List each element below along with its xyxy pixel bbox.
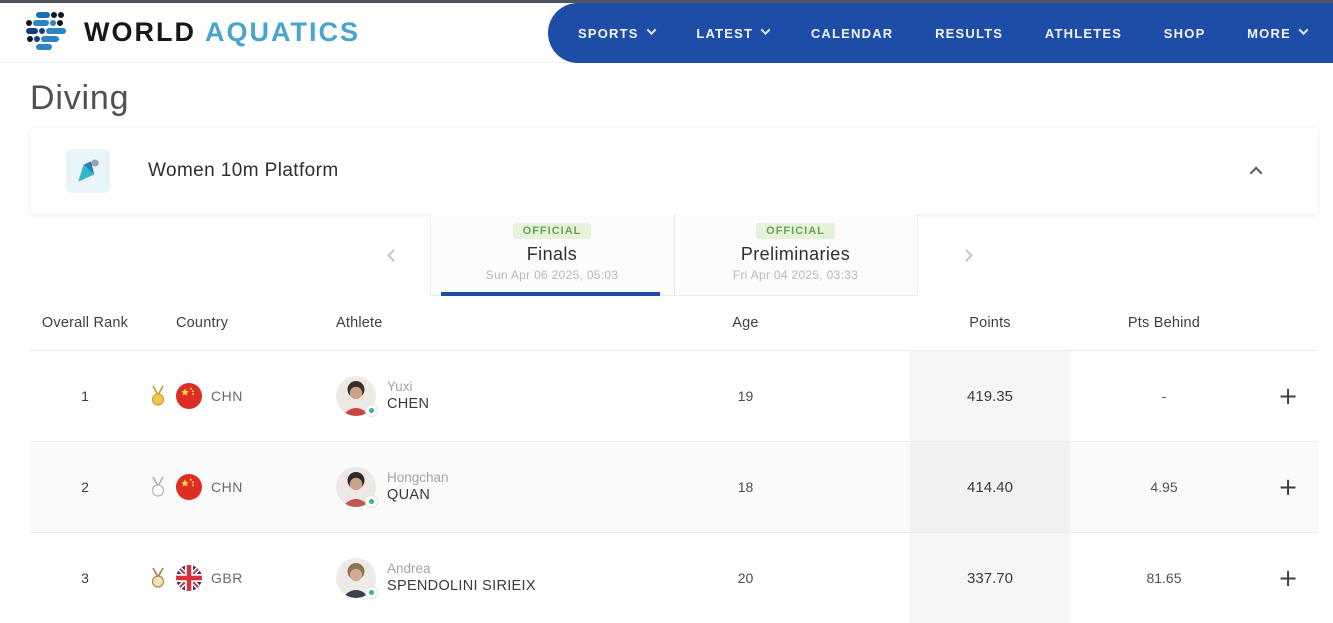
tab-preliminaries[interactable]: OFFICIAL Preliminaries Fri Apr 04 2025, … (674, 214, 917, 295)
chevron-up-icon (1249, 166, 1262, 179)
site-header: WORLD AQUATICS SPORTS LATEST CALENDAR RES… (0, 0, 1333, 63)
athlete-first-name: Andrea (387, 560, 536, 578)
diving-event-icon-box (66, 149, 110, 193)
chevron-down-icon (761, 25, 771, 35)
diving-icon (72, 155, 104, 187)
nav-label: SHOP (1164, 26, 1206, 41)
tab-label: Finals (527, 244, 577, 265)
athlete-first-name: Yuxi (387, 378, 429, 396)
tabs-previous-button[interactable] (378, 214, 408, 296)
active-tab-underline (441, 292, 660, 296)
athlete-cell[interactable]: Andrea SPENDOLINI SIRIEIX (336, 558, 673, 598)
expand-row-button[interactable]: + (1278, 384, 1298, 408)
world-aquatics-globe-icon (24, 10, 70, 54)
nav-item-shop[interactable]: SHOP (1164, 26, 1206, 41)
column-header-athlete: Athlete (336, 315, 673, 331)
collapse-event-button[interactable] (1246, 160, 1268, 182)
age-value: 18 (673, 479, 818, 495)
athlete-last-name: CHEN (387, 395, 429, 414)
page-top-edge (0, 0, 1333, 3)
flag-chn-icon (176, 474, 202, 500)
world-aquatics-logo[interactable]: WORLD AQUATICS (24, 10, 360, 54)
rank-value: 3 (30, 570, 140, 586)
country-code: CHN (211, 388, 243, 404)
event-card: Women 10m Platform (30, 128, 1318, 214)
column-header-pts-behind: Pts Behind (1070, 315, 1258, 331)
medal-silver-icon (145, 474, 171, 500)
flag-gbr-icon (176, 565, 202, 591)
country-code: CHN (211, 479, 243, 495)
tab-date: Sun Apr 06 2025, 05:03 (486, 268, 619, 282)
phase-tabs: OFFICIAL Finals Sun Apr 06 2025, 05:03 O… (430, 214, 918, 296)
nav-item-latest[interactable]: LATEST (696, 26, 769, 41)
page-title: Diving (30, 79, 1333, 118)
rank-value: 1 (30, 388, 140, 404)
column-header-age: Age (673, 315, 818, 331)
avatar-badge-icon (365, 404, 378, 417)
avatar-badge-icon (365, 495, 378, 508)
points-value: 414.40 (910, 442, 1070, 532)
phase-tab-strip: OFFICIAL Finals Sun Apr 06 2025, 05:03 O… (0, 214, 1333, 296)
athlete-avatar (336, 558, 376, 598)
tab-label: Preliminaries (741, 244, 850, 265)
chevron-right-icon (960, 249, 973, 262)
athlete-avatar (336, 376, 376, 416)
flag-chn-icon (176, 383, 202, 409)
results-table: Overall Rank Country Athlete Age Points … (30, 296, 1318, 623)
logo-word-aquatics: AQUATICS (205, 17, 360, 47)
pts-behind-value: - (1070, 388, 1258, 404)
medal-bronze-icon (145, 565, 171, 591)
country-code: GBR (211, 570, 243, 586)
avatar-badge-icon (365, 586, 378, 599)
logo-wordmark: WORLD AQUATICS (84, 17, 360, 48)
age-value: 19 (673, 388, 818, 404)
main-navigation: SPORTS LATEST CALENDAR RESULTS ATHLETES … (548, 3, 1333, 63)
column-header-points: Points (910, 315, 1070, 331)
athlete-avatar (336, 467, 376, 507)
column-header-overall-rank: Overall Rank (30, 315, 140, 331)
nav-item-results[interactable]: RESULTS (935, 26, 1003, 41)
table-row: 1 CHN Yuxi CHEN 19 419.35 - (30, 351, 1318, 442)
nav-label: ATHLETES (1045, 26, 1122, 41)
chevron-down-icon (646, 25, 656, 35)
table-row: 2 CHN Hongchan QUAN 18 414.40 (30, 442, 1318, 533)
chevron-left-icon (387, 249, 400, 262)
nav-label: MORE (1247, 26, 1291, 41)
tabs-next-button[interactable] (951, 214, 981, 296)
athlete-first-name: Hongchan (387, 469, 449, 487)
table-header-row: Overall Rank Country Athlete Age Points … (30, 296, 1318, 351)
athlete-cell[interactable]: Hongchan QUAN (336, 467, 673, 507)
pts-behind-value: 4.95 (1070, 479, 1258, 495)
nav-item-sports[interactable]: SPORTS (578, 26, 655, 41)
rank-value: 2 (30, 479, 140, 495)
table-row: 3 GBR Andrea SPENDOLINI SIRIEIX 20 (30, 533, 1318, 623)
chevron-down-icon (1299, 25, 1309, 35)
official-badge: OFFICIAL (513, 223, 592, 239)
official-badge: OFFICIAL (756, 223, 835, 239)
nav-label: LATEST (696, 26, 753, 41)
points-value: 337.70 (910, 533, 1070, 623)
nav-label: SPORTS (578, 26, 639, 41)
medal-gold-icon (145, 383, 171, 409)
nav-label: RESULTS (935, 26, 1003, 41)
athlete-cell[interactable]: Yuxi CHEN (336, 376, 673, 416)
nav-item-calendar[interactable]: CALENDAR (811, 26, 894, 41)
age-value: 20 (673, 570, 818, 586)
expand-row-button[interactable]: + (1278, 566, 1298, 590)
nav-item-athletes[interactable]: ATHLETES (1045, 26, 1122, 41)
points-value: 419.35 (910, 351, 1070, 441)
nav-item-more[interactable]: MORE (1247, 26, 1307, 41)
expand-row-button[interactable]: + (1278, 475, 1298, 499)
tab-finals[interactable]: OFFICIAL Finals Sun Apr 06 2025, 05:03 (431, 214, 674, 295)
tab-date: Fri Apr 04 2025, 03:33 (733, 268, 858, 282)
column-header-country: Country (176, 315, 336, 331)
logo-word-world: WORLD (84, 17, 196, 47)
event-name: Women 10m Platform (148, 160, 339, 182)
nav-label: CALENDAR (811, 26, 894, 41)
pts-behind-value: 81.65 (1070, 570, 1258, 586)
athlete-last-name: SPENDOLINI SIRIEIX (387, 577, 536, 596)
athlete-last-name: QUAN (387, 486, 449, 505)
